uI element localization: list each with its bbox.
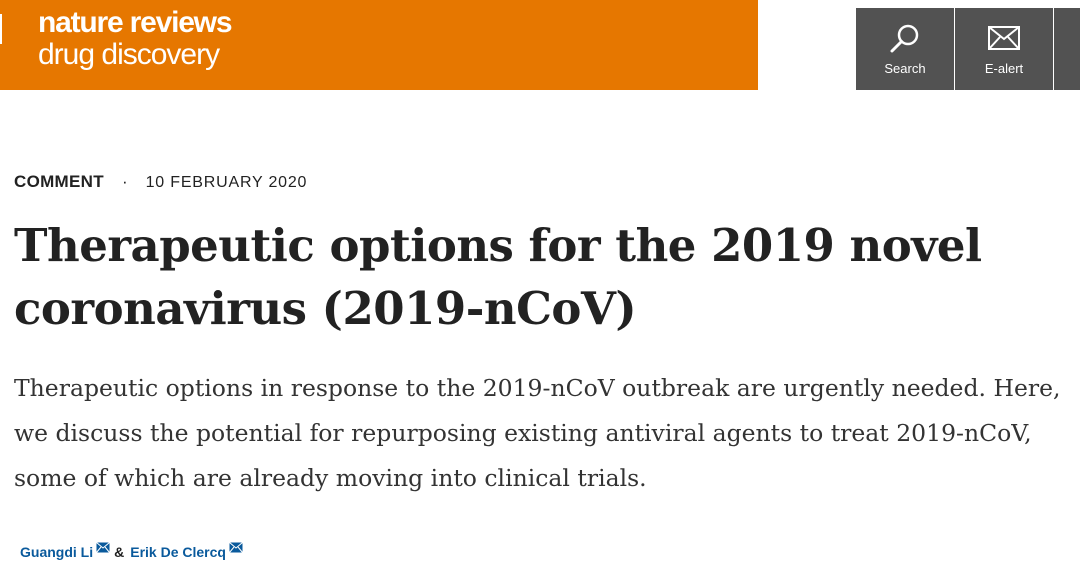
- article-title: Therapeutic options for the 2019 novel c…: [14, 219, 982, 335]
- author-link[interactable]: Erik De Clercq: [130, 544, 226, 560]
- e-alert-button[interactable]: E-alert: [955, 8, 1053, 90]
- journal-name-line2: drug discovery: [38, 38, 220, 71]
- author-link[interactable]: Guangdi Li: [20, 544, 93, 560]
- envelope-icon[interactable]: [96, 540, 110, 556]
- article-meta: COMMENT · 10 FEBRUARY 2020: [14, 172, 307, 192]
- author-list: Guangdi Li & Erik De Clercq: [20, 542, 243, 560]
- author-separator: &: [114, 544, 125, 560]
- article-standfirst: Therapeutic options in response to the 2…: [14, 374, 1061, 492]
- logo-mark: [0, 14, 2, 44]
- e-alert-label: E-alert: [984, 61, 1024, 76]
- search-label: Search: [884, 61, 926, 76]
- journal-logo-bar[interactable]: nature reviews drug discovery: [0, 0, 758, 90]
- article-type: COMMENT: [14, 172, 104, 191]
- meta-separator: ·: [121, 172, 128, 191]
- publish-date: 10 FEBRUARY 2020: [145, 174, 308, 191]
- search-button[interactable]: Search: [856, 8, 954, 90]
- envelope-icon: [988, 26, 1020, 55]
- search-icon: [888, 22, 922, 61]
- envelope-icon[interactable]: [229, 540, 243, 556]
- menu-button[interactable]: [1054, 8, 1080, 90]
